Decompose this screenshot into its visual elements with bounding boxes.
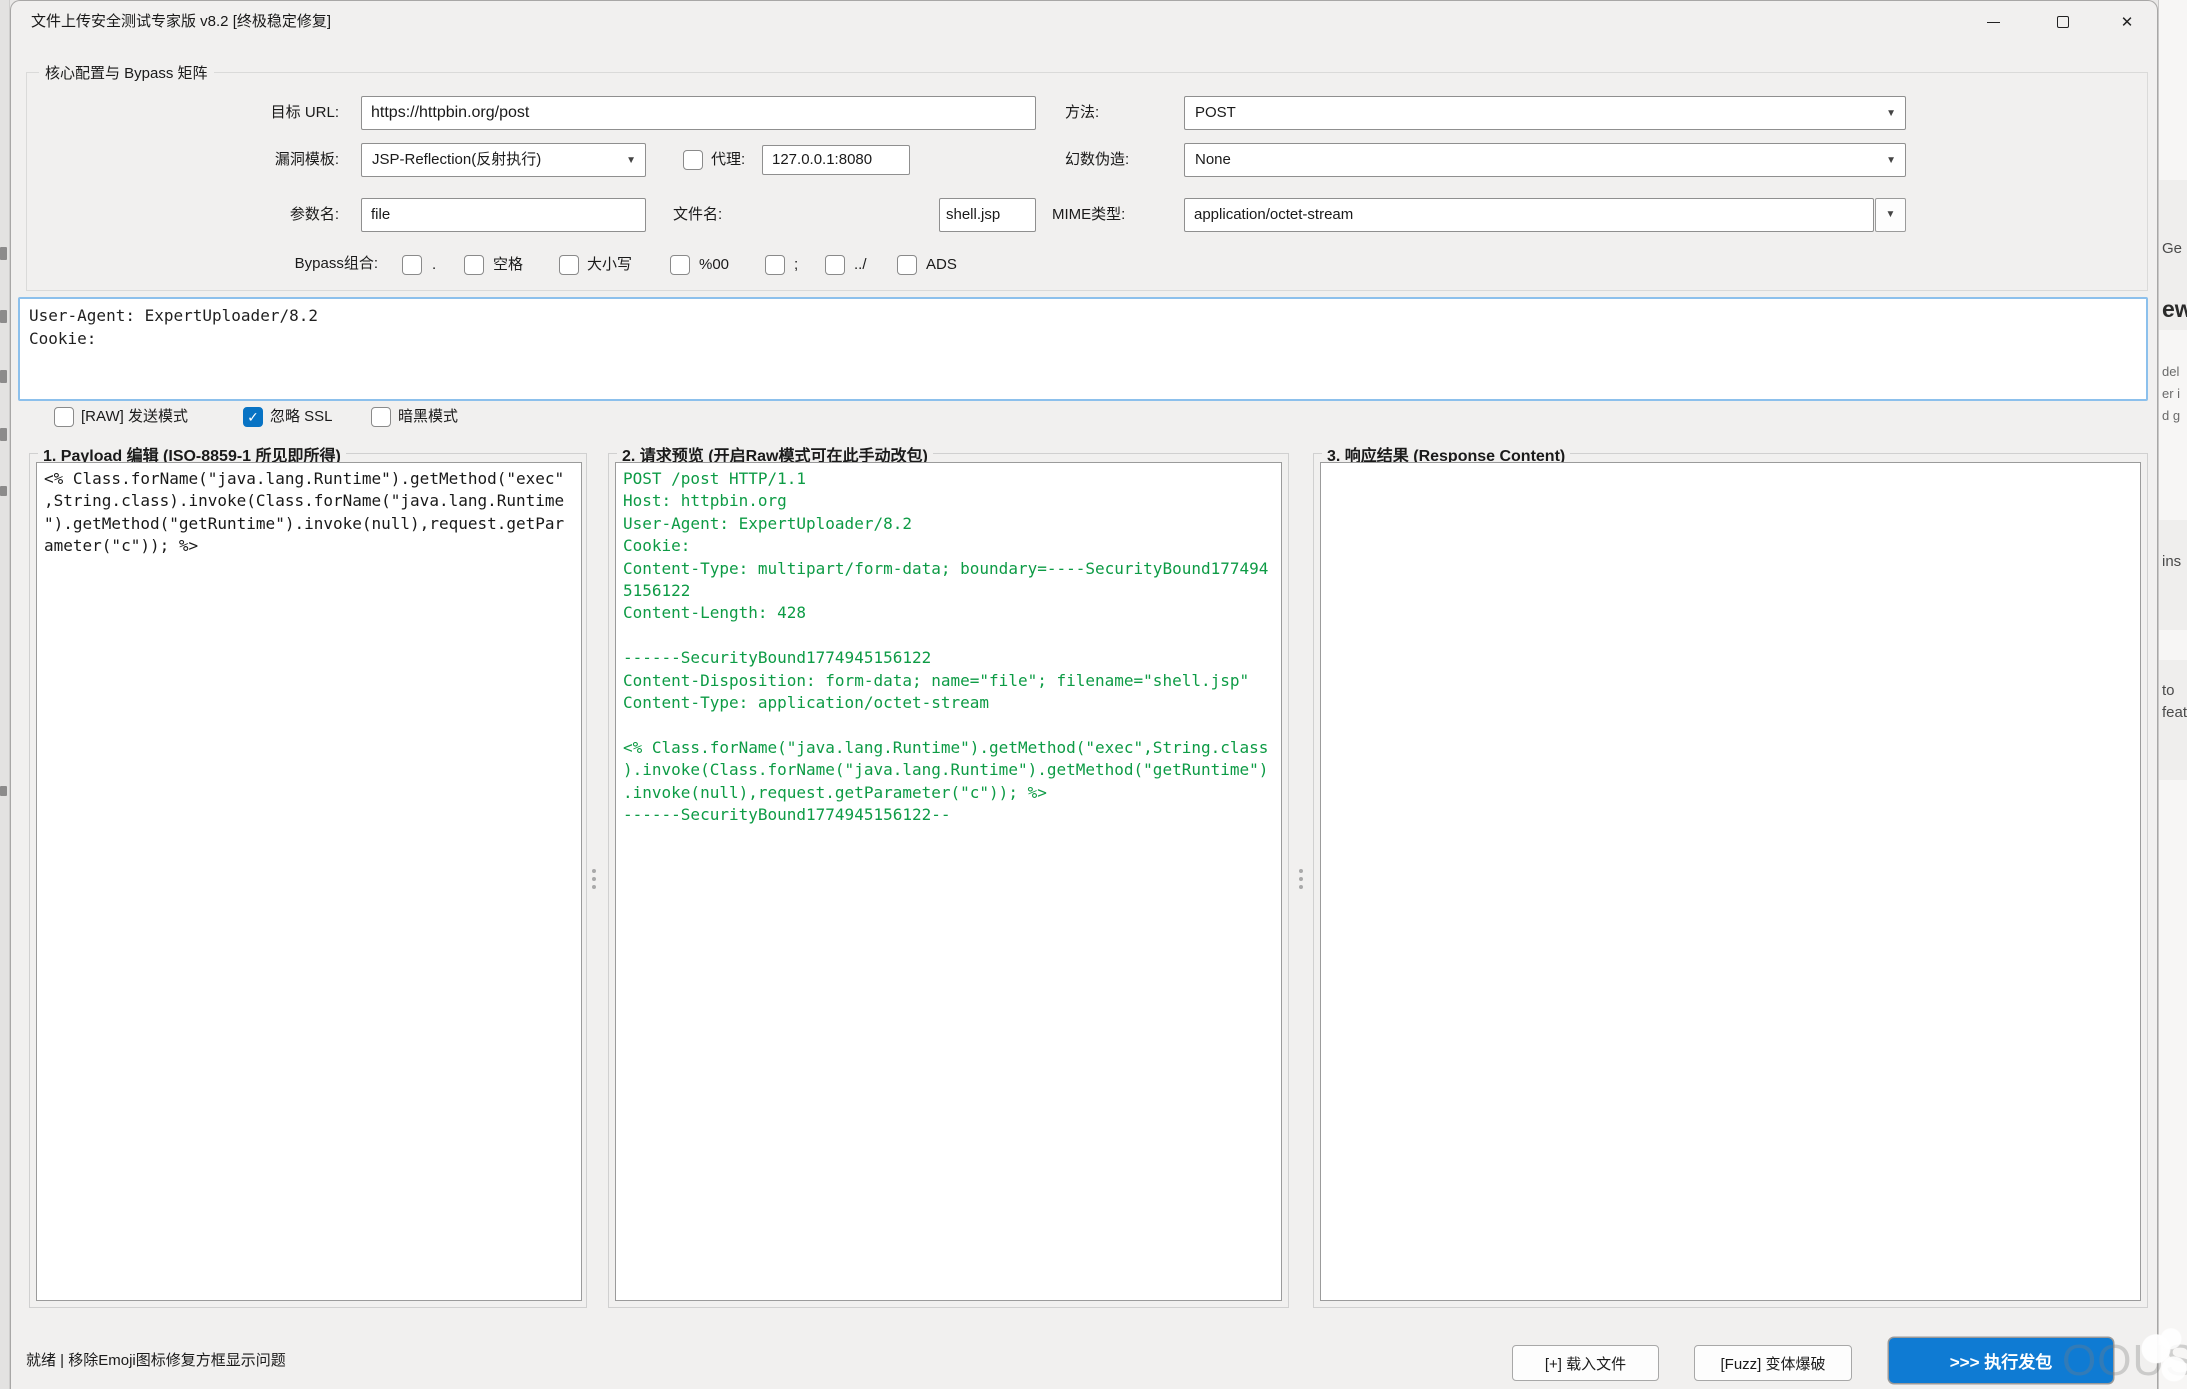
- background-fragment: [0, 370, 7, 383]
- raw-mode-checkbox[interactable]: [54, 407, 74, 427]
- splitter-grip-icon: [592, 865, 596, 893]
- filename-label: 文件名:: [673, 198, 722, 232]
- status-bar: 就绪 | 移除Emoji图标修复方框显示问题: [26, 1347, 286, 1375]
- bypass-nullbyte-label: %00: [699, 251, 729, 279]
- magic-label: 幻数伪造:: [1065, 143, 1129, 177]
- load-file-button[interactable]: [+] 载入文件: [1512, 1345, 1659, 1381]
- dark-mode-label: 暗黑模式: [398, 403, 458, 431]
- payload-editor[interactable]: <% Class.forName("java.lang.Runtime").ge…: [36, 462, 582, 1301]
- template-label: 漏洞模板:: [201, 143, 339, 177]
- ignore-ssl-label: 忽略 SSL: [270, 403, 333, 431]
- background-text-fragment: feat: [2162, 704, 2187, 721]
- background-text-fragment: ins: [2162, 553, 2181, 570]
- bypass-dot-label: .: [432, 251, 436, 279]
- param-label: 参数名:: [201, 198, 339, 232]
- background-fragment: [0, 486, 7, 496]
- ignore-ssl-checkbox[interactable]: [243, 407, 263, 427]
- bypass-dot-checkbox[interactable]: [402, 255, 422, 275]
- background-text-fragment: Ge: [2162, 240, 2182, 257]
- fuzz-button[interactable]: [Fuzz] 变体爆破: [1694, 1345, 1852, 1381]
- background-window-left: [0, 0, 10, 1389]
- app-window: 文件上传安全测试专家版 v8.2 [终极稳定修复] ✕ 核心配置与 Bypass…: [10, 0, 2158, 1389]
- panel-splitter[interactable]: [590, 453, 598, 1308]
- mime-dropdown-button[interactable]: [1875, 198, 1906, 232]
- background-fragment: [0, 247, 7, 260]
- mime-input[interactable]: application/octet-stream: [1184, 198, 1874, 232]
- maximize-icon: [2057, 16, 2069, 28]
- bypass-ads-label: ADS: [926, 251, 957, 279]
- maximize-button[interactable]: [2040, 1, 2086, 43]
- response-text[interactable]: [1320, 462, 2141, 1301]
- bypass-case-checkbox[interactable]: [559, 255, 579, 275]
- headers-textarea[interactable]: User-Agent: ExpertUploader/8.2 Cookie:: [18, 297, 2148, 401]
- proxy-label: 代理:: [711, 143, 745, 177]
- bypass-semicolon-label: ;: [794, 251, 798, 279]
- bypass-ads-checkbox[interactable]: [897, 255, 917, 275]
- background-text-fragment: del: [2162, 364, 2179, 379]
- panel-splitter[interactable]: [1297, 453, 1305, 1308]
- bypass-traversal-checkbox[interactable]: [825, 255, 845, 275]
- minimize-icon: [1987, 22, 2000, 23]
- background-fragment: [0, 310, 7, 323]
- request-preview-panel: 2. 请求预览 (开启Raw模式可在此手动改包) POST /post HTTP…: [608, 453, 1289, 1308]
- bypass-space-label: 空格: [493, 251, 523, 279]
- payload-panel: 1. Payload 编辑 (ISO-8859-1 所见即所得) <% Clas…: [29, 453, 587, 1308]
- target-url-label: 目标 URL:: [201, 96, 339, 130]
- background-fragment: [0, 428, 7, 441]
- bypass-semicolon-checkbox[interactable]: [765, 255, 785, 275]
- response-panel: 3. 响应结果 (Response Content): [1313, 453, 2148, 1308]
- dark-mode-checkbox[interactable]: [371, 407, 391, 427]
- method-label: 方法:: [1065, 96, 1099, 130]
- method-select[interactable]: POST: [1184, 96, 1906, 130]
- magic-select[interactable]: None: [1184, 143, 1906, 177]
- config-group-title: 核心配置与 Bypass 矩阵: [39, 62, 214, 83]
- background-text-fragment: to: [2162, 682, 2175, 699]
- raw-mode-label: [RAW] 发送模式: [81, 403, 188, 431]
- background-text-fragment: ew: [2162, 296, 2187, 323]
- mime-label: MIME类型:: [1052, 198, 1125, 232]
- param-input[interactable]: file: [361, 198, 646, 232]
- bypass-label: Bypass组合:: [241, 249, 378, 279]
- splitter-grip-icon: [1299, 865, 1303, 893]
- close-icon: ✕: [2121, 15, 2134, 30]
- window-title: 文件上传安全测试专家版 v8.2 [终极稳定修复]: [31, 1, 331, 43]
- bypass-space-checkbox[interactable]: [464, 255, 484, 275]
- send-button[interactable]: >>> 执行发包: [1889, 1338, 2113, 1383]
- target-url-input[interactable]: https://httpbin.org/post: [361, 96, 1036, 130]
- request-preview-text[interactable]: POST /post HTTP/1.1 Host: httpbin.org Us…: [615, 462, 1282, 1301]
- background-text-fragment: d g: [2162, 408, 2180, 423]
- proxy-checkbox[interactable]: [683, 150, 703, 170]
- bypass-traversal-label: ../: [854, 251, 867, 279]
- minimize-button[interactable]: [1970, 1, 2016, 43]
- title-bar[interactable]: 文件上传安全测试专家版 v8.2 [终极稳定修复] ✕: [11, 1, 2157, 43]
- template-select[interactable]: JSP-Reflection(反射执行): [361, 143, 646, 177]
- bypass-nullbyte-checkbox[interactable]: [670, 255, 690, 275]
- background-fragment: [0, 786, 7, 796]
- background-text-fragment: er i: [2162, 386, 2180, 401]
- close-button[interactable]: ✕: [2104, 1, 2150, 43]
- proxy-input[interactable]: 127.0.0.1:8080: [762, 145, 910, 175]
- background-card: [2159, 520, 2187, 630]
- bypass-case-label: 大小写: [587, 251, 632, 279]
- filename-input[interactable]: shell.jsp: [939, 198, 1036, 232]
- background-window-right: Ge ew del er i d g ins to feat: [2158, 0, 2187, 1389]
